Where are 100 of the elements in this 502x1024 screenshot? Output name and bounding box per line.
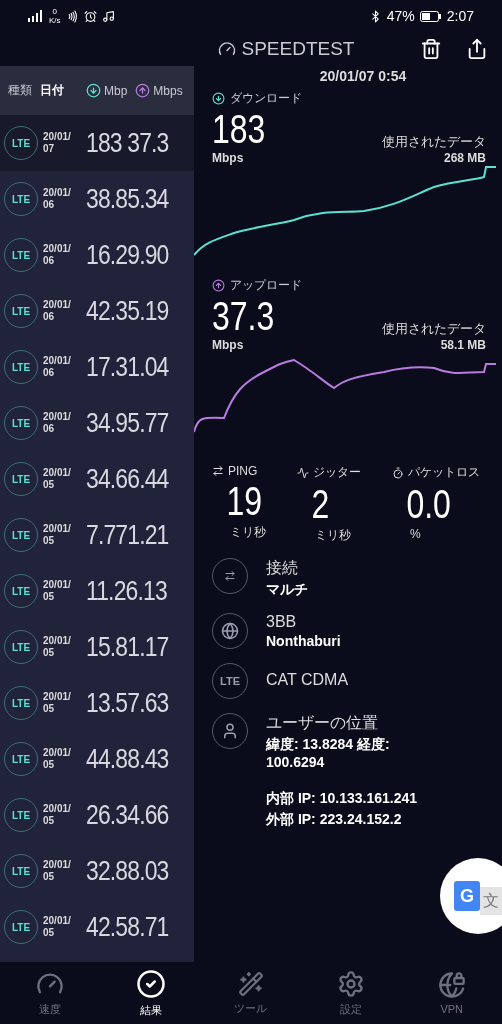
column-title[interactable]: Mbps [153, 83, 183, 98]
test-date: 20/01/ 06 [43, 355, 72, 379]
info-value: マルチ [266, 581, 309, 599]
history-row[interactable]: LTE 20/01/ 05 15.81.17 [0, 619, 194, 675]
test-date: 20/01/ 05 [43, 859, 72, 883]
speed-values: 183 37.3 [86, 127, 169, 159]
speed-values: 34.95.77 [86, 407, 169, 439]
wand-icon [237, 970, 264, 997]
test-date: 20/01/ 05 [43, 635, 72, 659]
info-value: Nonthaburi [266, 633, 342, 649]
nav-tab[interactable]: VPN [411, 970, 492, 1016]
test-date: 20/01/ 05 [43, 915, 72, 939]
history-row[interactable]: LTE 20/01/ 06 42.35.19 [0, 283, 194, 339]
network-speed: 0 [52, 7, 57, 16]
speed-values: 7.771.21 [86, 519, 169, 551]
history-row[interactable]: LTE 20/01/ 06 38.85.34 [0, 171, 194, 227]
test-date: 20/01/ 05 [43, 467, 72, 491]
history-row[interactable]: LTE 20/01/ 05 34.66.44 [0, 451, 194, 507]
test-date: 20/01/ 06 [43, 243, 72, 267]
upload-icon [135, 83, 151, 98]
speed-values: 42.58.71 [86, 911, 169, 943]
test-date: 20/01/ 05 [43, 523, 72, 547]
history-row[interactable]: LTE 20/01/ 06 17.31.04 [0, 339, 194, 395]
test-date: 20/01/ 06 [43, 411, 72, 435]
column-title[interactable]: Mbp [104, 83, 128, 98]
delete-button[interactable] [420, 38, 442, 60]
metric-unit: ミリ秒 [229, 524, 267, 541]
test-date: 20/01/ 05 [43, 747, 72, 771]
history-row[interactable]: LTE 20/01/ 05 44.88.43 [0, 731, 194, 787]
speed-label: アップロード [230, 277, 302, 294]
history-row[interactable]: LTE 20/01/ 06 34.95.77 [0, 395, 194, 451]
speed-value: 37.3 [212, 294, 276, 338]
test-date: 20/01/ 05 [43, 691, 72, 715]
history-row[interactable]: LTE 20/01/ 05 42.58.71 [0, 899, 194, 955]
test-date: 20/01/ 06 [43, 187, 72, 211]
metric-label: パケットロス [408, 464, 480, 481]
test-date: 20/01/ 05 [43, 579, 72, 603]
data-used-value: 268 MB [442, 151, 486, 165]
loss-icon [392, 466, 404, 479]
gauge-icon [217, 40, 236, 58]
ping-icon [212, 465, 224, 477]
history-row[interactable]: LTE 20/01/ 05 13.57.63 [0, 675, 194, 731]
translate-button[interactable]: G 文 [440, 858, 502, 934]
speed-values: 15.81.17 [86, 631, 169, 663]
history-row[interactable]: LTE 20/01/ 07 183 37.3 [0, 115, 194, 171]
speed-unit: Mbps [212, 338, 245, 352]
nav-tab[interactable]: ツール [210, 969, 291, 1017]
speed-unit: Mbps [212, 151, 245, 165]
music-icon [101, 9, 115, 23]
test-date: 20/01/ 05 [43, 803, 72, 827]
download-icon [212, 92, 225, 105]
wave-icon [297, 466, 309, 479]
download-icon [86, 83, 101, 98]
share-button[interactable] [466, 38, 488, 60]
column-title[interactable]: 日付 [40, 82, 64, 99]
nav-tab[interactable]: 設定 [311, 968, 392, 1018]
history-row[interactable]: LTE 20/01/ 05 26.34.66 [0, 787, 194, 843]
info-title: 3BB [266, 613, 298, 631]
info-value: 緯度: 13.8284 経度: 100.6294 [266, 736, 391, 770]
app-title: SPEEDTEST [241, 38, 355, 60]
history-row[interactable]: LTE 20/01/ 05 32.88.03 [0, 843, 194, 899]
signal-icon [28, 10, 44, 22]
nav-tab[interactable]: 速度 [10, 968, 91, 1018]
metric-value: 2 [310, 481, 331, 527]
info-title: CAT CDMA [266, 671, 349, 689]
column-title[interactable]: 種類 [8, 82, 32, 99]
battery-percent: 47% [386, 8, 415, 24]
alarm-icon [83, 9, 97, 23]
test-date: 20/01/ 07 [43, 131, 72, 155]
test-timestamp: 20/01/07 0:54 [318, 67, 408, 86]
speed-value: 183 [212, 107, 267, 151]
speed-values: 16.29.90 [86, 239, 169, 271]
data-used-label: 使用されたデータ [382, 320, 486, 338]
ip-address: 外部 IP: 223.24.152.2 [266, 811, 403, 829]
speed-values: 32.88.03 [86, 855, 169, 887]
info-title: 接続 [266, 558, 299, 578]
data-used-value: 58.1 MB [439, 338, 486, 352]
data-used-label: 使用されたデータ [382, 133, 486, 151]
speed-values: 11.26.13 [86, 575, 167, 607]
speed-values: 38.85.34 [86, 183, 169, 215]
network-type-badge: LTE [4, 462, 38, 496]
settings-icon [337, 969, 366, 998]
metric-unit: % [409, 527, 422, 541]
history-row[interactable]: LTE 20/01/ 05 7.771.21 [0, 507, 194, 563]
history-row[interactable]: LTE 20/01/ 05 11.26.13 [0, 563, 194, 619]
metric-unit: ミリ秒 [314, 527, 352, 544]
ip-address: 内部 IP: 10.133.161.241 [266, 790, 418, 808]
test-date: 20/01/ 06 [43, 299, 72, 323]
speed-values: 13.57.63 [86, 687, 169, 719]
nav-tab[interactable]: 結果 [110, 967, 191, 1019]
speed-values: 34.66.44 [86, 463, 169, 495]
speed-label: ダウンロード [230, 90, 302, 107]
history-row[interactable]: LTE 20/01/ 06 16.29.90 [0, 227, 194, 283]
battery-icon [419, 10, 442, 22]
globe-lock-icon [437, 971, 466, 999]
info-title: ユーザーの位置 [266, 713, 379, 733]
speed-values: 17.31.04 [86, 351, 169, 383]
speed-values: 44.88.43 [86, 743, 169, 775]
metric-value: 0.0 [405, 481, 452, 527]
upload-icon [212, 279, 225, 292]
